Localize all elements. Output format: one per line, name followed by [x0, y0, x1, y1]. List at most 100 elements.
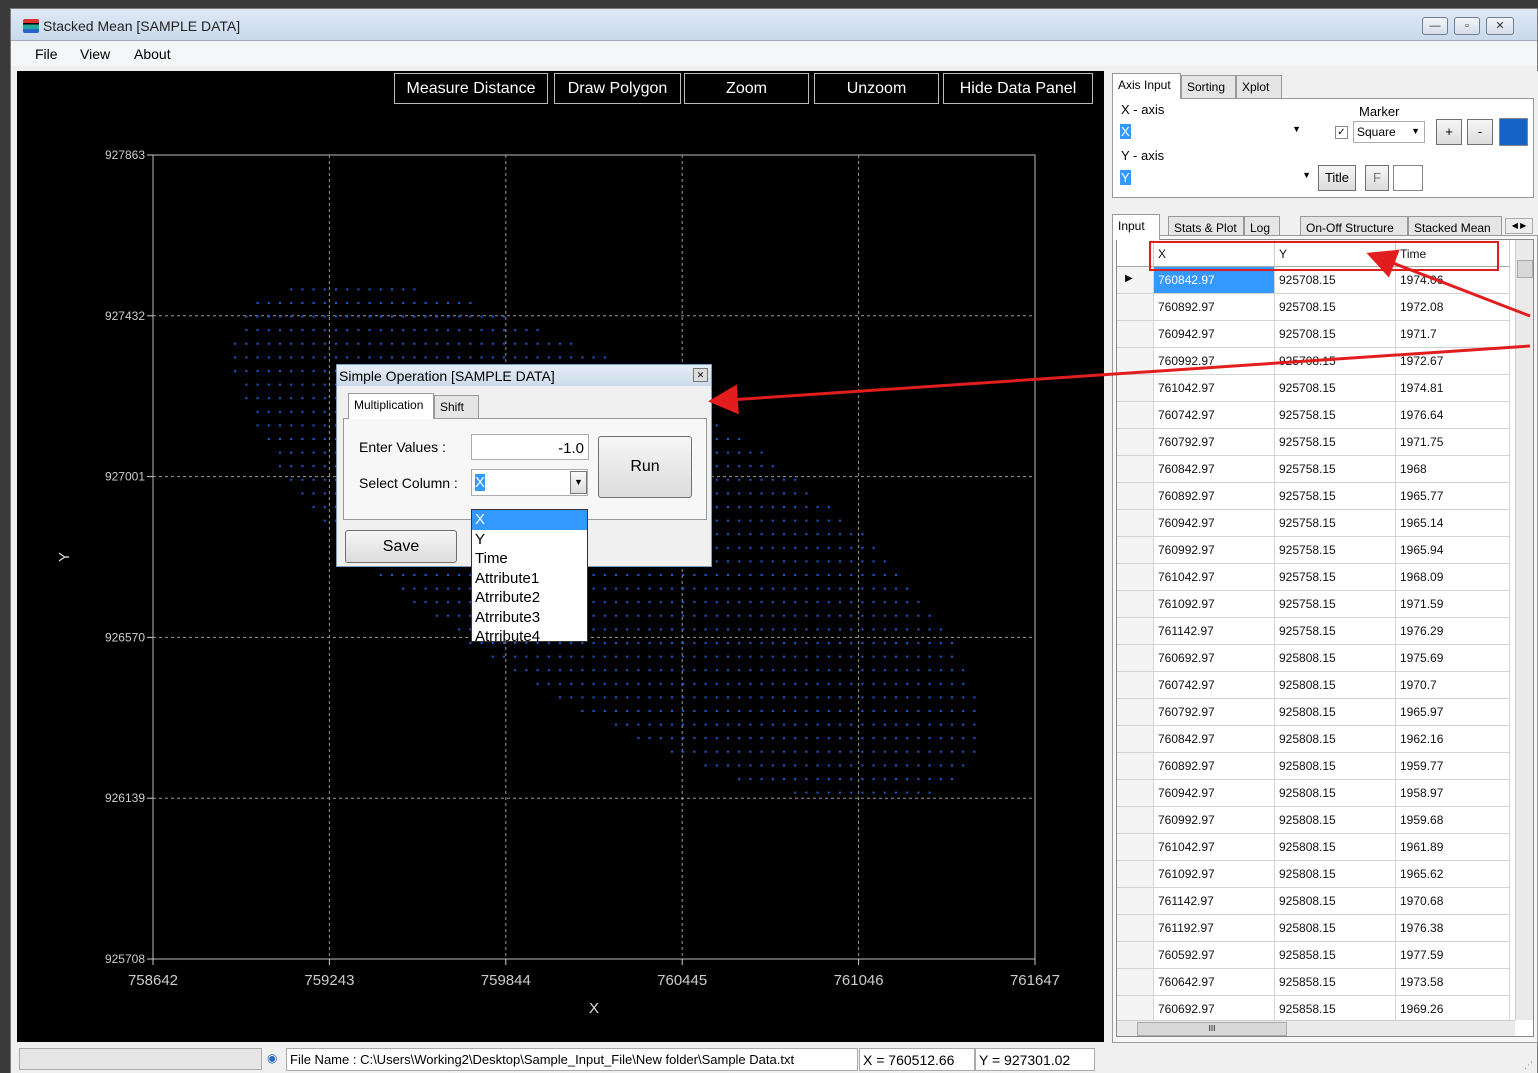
table-cell[interactable]: 1976.64: [1396, 402, 1510, 429]
table-cell[interactable]: 1974.81: [1396, 375, 1510, 402]
table-cell[interactable]: 760992.97: [1154, 348, 1275, 375]
table-cell[interactable]: 760992.97: [1154, 537, 1275, 564]
marker-select[interactable]: Square ▼: [1353, 121, 1425, 143]
enter-values-input[interactable]: -1.0: [471, 434, 589, 460]
dropdown-option[interactable]: Attribute1: [472, 569, 587, 589]
minimize-button[interactable]: —: [1422, 17, 1448, 35]
table-cell[interactable]: 925758.15: [1275, 510, 1396, 537]
dropdown-option[interactable]: Time: [472, 549, 587, 569]
row-header[interactable]: [1117, 780, 1154, 807]
table-row[interactable]: 760642.97 925858.15 1973.58: [1117, 969, 1533, 996]
row-header[interactable]: [1117, 969, 1154, 996]
table-cell[interactable]: 925808.15: [1275, 726, 1396, 753]
table-row[interactable]: 761042.97 925758.15 1968.09: [1117, 564, 1533, 591]
row-header[interactable]: [1117, 375, 1154, 402]
table-cell[interactable]: 760892.97: [1154, 483, 1275, 510]
table-cell[interactable]: 1965.14: [1396, 510, 1510, 537]
table-row[interactable]: 760842.97 925808.15 1962.16: [1117, 726, 1533, 753]
table-cell[interactable]: 925808.15: [1275, 888, 1396, 915]
table-cell[interactable]: 1965.97: [1396, 699, 1510, 726]
table-row[interactable]: 760842.97 925758.15 1968: [1117, 456, 1533, 483]
row-header[interactable]: [1117, 942, 1154, 969]
table-cell[interactable]: 925808.15: [1275, 672, 1396, 699]
table-cell[interactable]: 925808.15: [1275, 861, 1396, 888]
run-button[interactable]: Run: [598, 436, 692, 498]
table-cell[interactable]: 925708.15: [1275, 294, 1396, 321]
table-row[interactable]: 760892.97 925808.15 1959.77: [1117, 753, 1533, 780]
table-cell[interactable]: 760842.97: [1154, 267, 1275, 294]
table-cell[interactable]: 1962.16: [1396, 726, 1510, 753]
table-row[interactable]: 760742.97 925758.15 1976.64: [1117, 402, 1533, 429]
table-cell[interactable]: 925808.15: [1275, 834, 1396, 861]
dialog-close-button[interactable]: ✕: [693, 368, 708, 382]
table-cell[interactable]: 1968.09: [1396, 564, 1510, 591]
table-row[interactable]: 760742.97 925808.15 1970.7: [1117, 672, 1533, 699]
marker-color-swatch[interactable]: [1499, 118, 1528, 146]
table-row[interactable]: 761092.97 925758.15 1971.59: [1117, 591, 1533, 618]
font-button[interactable]: F: [1365, 165, 1389, 191]
table-cell[interactable]: 925758.15: [1275, 564, 1396, 591]
table-cell[interactable]: 760942.97: [1154, 510, 1275, 537]
tab-multiplication[interactable]: Multiplication: [348, 393, 434, 419]
table-row[interactable]: 761192.97 925808.15 1976.38: [1117, 915, 1533, 942]
table-cell[interactable]: 925708.15: [1275, 348, 1396, 375]
row-header[interactable]: [1117, 429, 1154, 456]
row-header[interactable]: [1117, 456, 1154, 483]
dropdown-option[interactable]: X: [472, 510, 587, 530]
table-row[interactable]: 760992.97 925808.15 1959.68: [1117, 807, 1533, 834]
row-header[interactable]: [1117, 348, 1154, 375]
table-row[interactable]: 760792.97 925808.15 1965.97: [1117, 699, 1533, 726]
table-cell[interactable]: 925758.15: [1275, 618, 1396, 645]
table-cell[interactable]: 1965.94: [1396, 537, 1510, 564]
row-header[interactable]: [1117, 807, 1154, 834]
table-cell[interactable]: 1971.7: [1396, 321, 1510, 348]
table-cell[interactable]: 760642.97: [1154, 969, 1275, 996]
tab-scroll-arrows[interactable]: ◀ ▶: [1505, 218, 1533, 234]
select-column-dropdown[interactable]: X ▼: [471, 469, 588, 496]
table-cell[interactable]: 760742.97: [1154, 672, 1275, 699]
table-cell[interactable]: 760742.97: [1154, 402, 1275, 429]
y-axis-select[interactable]: Y ▼: [1118, 167, 1315, 189]
data-grid[interactable]: X Y Time ▶ 760842.97 925708.15 1974.06 76089…: [1116, 239, 1534, 1037]
tab-input[interactable]: Input: [1112, 214, 1160, 240]
table-row[interactable]: 760792.97 925758.15 1971.75: [1117, 429, 1533, 456]
table-cell[interactable]: 925808.15: [1275, 807, 1396, 834]
table-cell[interactable]: 925758.15: [1275, 483, 1396, 510]
maximize-button[interactable]: ▫: [1454, 17, 1480, 35]
table-cell[interactable]: 761192.97: [1154, 915, 1275, 942]
table-cell[interactable]: 1970.7: [1396, 672, 1510, 699]
table-cell[interactable]: 925758.15: [1275, 456, 1396, 483]
table-cell[interactable]: 760992.97: [1154, 807, 1275, 834]
table-row[interactable]: 761092.97 925808.15 1965.62: [1117, 861, 1533, 888]
row-header[interactable]: [1117, 645, 1154, 672]
table-cell[interactable]: 1973.58: [1396, 969, 1510, 996]
row-header[interactable]: [1117, 510, 1154, 537]
table-cell[interactable]: 760892.97: [1154, 753, 1275, 780]
table-cell[interactable]: 761092.97: [1154, 861, 1275, 888]
table-cell[interactable]: 1958.97: [1396, 780, 1510, 807]
table-row[interactable]: 761042.97 925808.15 1961.89: [1117, 834, 1533, 861]
table-cell[interactable]: 760592.97: [1154, 942, 1275, 969]
row-header[interactable]: [1117, 591, 1154, 618]
table-cell[interactable]: 1969.26: [1396, 996, 1510, 1023]
table-row[interactable]: 760692.97 925808.15 1975.69: [1117, 645, 1533, 672]
table-cell[interactable]: 1972.67: [1396, 348, 1510, 375]
table-cell[interactable]: 760792.97: [1154, 429, 1275, 456]
table-cell[interactable]: 925808.15: [1275, 780, 1396, 807]
row-header[interactable]: [1117, 321, 1154, 348]
table-cell[interactable]: 925808.15: [1275, 699, 1396, 726]
tab-xplot[interactable]: Xplot: [1236, 75, 1282, 99]
table-cell[interactable]: 1976.38: [1396, 915, 1510, 942]
scrollbar-thumb[interactable]: [1517, 260, 1533, 278]
x-axis-select[interactable]: X ▼: [1118, 121, 1305, 143]
close-button[interactable]: ✕: [1486, 17, 1514, 35]
table-cell[interactable]: 925758.15: [1275, 402, 1396, 429]
marker-decrease-button[interactable]: -: [1467, 119, 1493, 145]
table-cell[interactable]: 1977.59: [1396, 942, 1510, 969]
table-cell[interactable]: 1975.69: [1396, 645, 1510, 672]
table-row[interactable]: 760892.97 925758.15 1965.77: [1117, 483, 1533, 510]
table-row[interactable]: 760992.97 925758.15 1965.94: [1117, 537, 1533, 564]
table-cell[interactable]: 1972.08: [1396, 294, 1510, 321]
table-cell[interactable]: 760892.97: [1154, 294, 1275, 321]
table-cell[interactable]: 925758.15: [1275, 591, 1396, 618]
